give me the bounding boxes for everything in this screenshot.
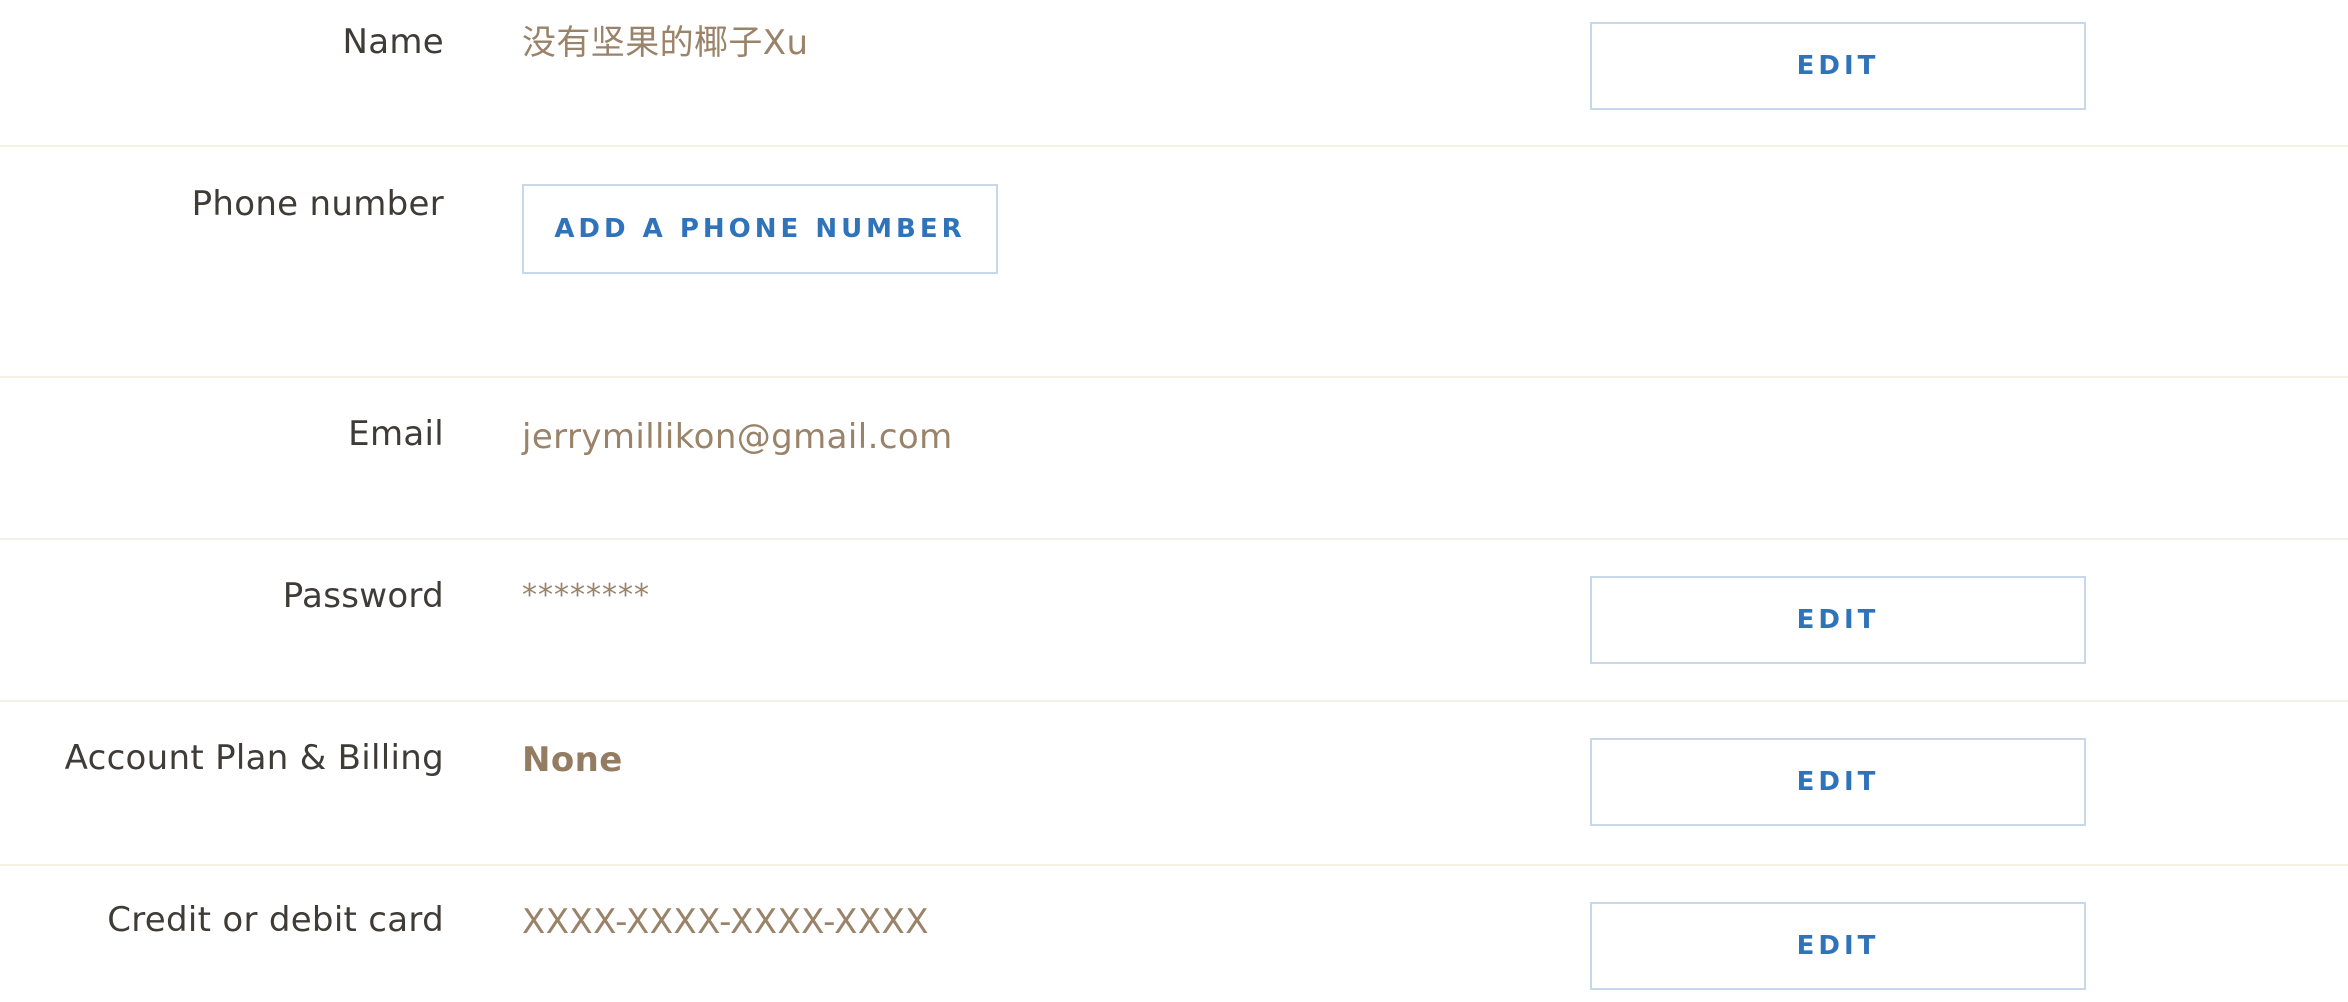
password-row: Password ******** EDIT [0,540,2348,700]
name-label: Name [342,22,444,62]
edit-name-button[interactable]: EDIT [1590,22,2086,110]
password-label: Password [282,576,444,616]
edit-card-button[interactable]: EDIT [1590,902,2086,990]
phone-label: Phone number [191,184,444,224]
plan-label: Account Plan & Billing [64,738,444,778]
add-phone-number-button[interactable]: ADD A PHONE NUMBER [522,184,998,274]
plan-value: None [522,740,623,780]
card-row: Credit or debit card XXXX-XXXX-XXXX-XXXX… [0,866,2348,1002]
password-value: ******** [522,578,650,613]
card-value: XXXX-XXXX-XXXX-XXXX [522,902,929,942]
card-label: Credit or debit card [107,900,444,940]
email-row: Email jerrymillikon@gmail.com [0,378,2348,538]
edit-password-button[interactable]: EDIT [1590,576,2086,664]
phone-row: Phone number ADD A PHONE NUMBER [0,147,2348,376]
name-row: Name 没有坚果的椰子Xu EDIT [0,0,2348,146]
plan-row: Account Plan & Billing None EDIT [0,702,2348,864]
account-settings: Name 没有坚果的椰子Xu EDIT Phone number ADD A P… [0,0,2348,1002]
name-value: 没有坚果的椰子Xu [522,23,809,63]
edit-plan-button[interactable]: EDIT [1590,738,2086,826]
email-value: jerrymillikon@gmail.com [522,417,953,457]
email-label: Email [348,414,444,454]
